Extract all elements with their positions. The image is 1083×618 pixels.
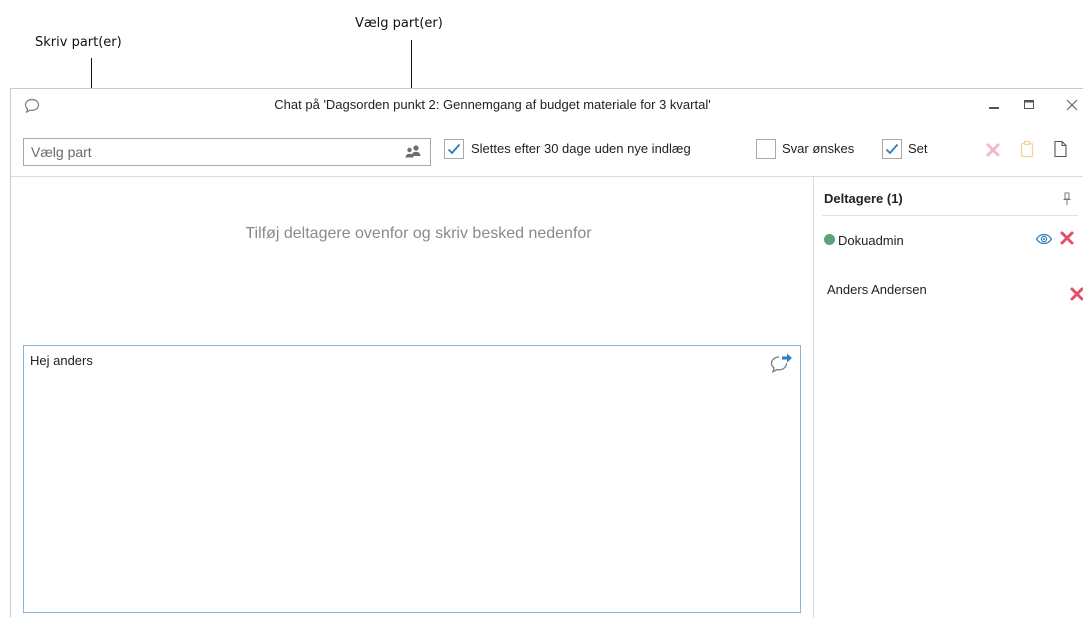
send-message-icon[interactable] <box>768 352 794 376</box>
party-input-box[interactable] <box>23 138 431 166</box>
participant-name: Anders Andersen <box>827 282 927 297</box>
delete-after-30-checkbox[interactable] <box>444 139 464 159</box>
delete-icon[interactable] <box>984 139 1002 159</box>
choose-parties-icon[interactable] <box>404 144 422 160</box>
participants-separator <box>822 215 1078 216</box>
new-document-icon[interactable] <box>1051 139 1069 159</box>
callout-write-parties: Skriv part(er) <box>35 35 122 50</box>
chat-bubble-icon <box>23 97 41 115</box>
message-input[interactable]: Hej anders <box>24 346 760 613</box>
online-status-dot <box>824 234 835 245</box>
close-button[interactable] <box>1058 94 1083 116</box>
participant-row[interactable]: Dokuadmin <box>824 230 1074 254</box>
delete-after-30-label[interactable]: Slettes efter 30 dage uden nye indlæg <box>471 141 691 156</box>
title-bar: Chat på 'Dagsorden punkt 2: Gennemgang a… <box>11 89 1083 123</box>
participants-header: Deltagere (1) <box>824 191 903 206</box>
toolbar: Slettes efter 30 dage uden nye indlæg Sv… <box>11 125 1083 166</box>
remove-participant-icon[interactable] <box>1069 286 1083 302</box>
minimize-icon <box>989 107 999 109</box>
close-icon <box>1066 99 1078 111</box>
eye-icon[interactable] <box>1035 231 1053 247</box>
seen-checkbox[interactable] <box>882 139 902 159</box>
reply-wanted-label[interactable]: Svar ønskes <box>782 141 854 156</box>
reply-wanted-checkbox[interactable] <box>756 139 776 159</box>
maximize-button[interactable] <box>1016 94 1042 116</box>
callout-choose-parties: Vælg part(er) <box>355 16 443 31</box>
clipboard-icon[interactable] <box>1018 139 1036 159</box>
checkmark-icon <box>885 143 899 155</box>
seen-label[interactable]: Set <box>908 141 928 156</box>
participant-name: Dokuadmin <box>838 233 904 248</box>
party-input[interactable] <box>24 140 391 164</box>
participants-panel: Deltagere (1) Dokuadmin Anders Andersen <box>814 177 1083 618</box>
chat-hint: Tilføj deltagere ovenfor og skriv besked… <box>245 225 592 242</box>
message-box[interactable]: Hej anders <box>23 345 801 613</box>
participant-row[interactable]: Anders Andersen <box>824 282 1074 397</box>
window-title: Chat på 'Dagsorden punkt 2: Gennemgang a… <box>274 97 711 112</box>
pin-icon[interactable] <box>1062 191 1072 205</box>
maximize-icon <box>1024 100 1034 109</box>
checkmark-icon <box>447 143 461 155</box>
minimize-button[interactable] <box>981 94 1007 116</box>
chat-window: Chat på 'Dagsorden punkt 2: Gennemgang a… <box>10 88 1083 618</box>
remove-participant-icon[interactable] <box>1059 230 1075 246</box>
